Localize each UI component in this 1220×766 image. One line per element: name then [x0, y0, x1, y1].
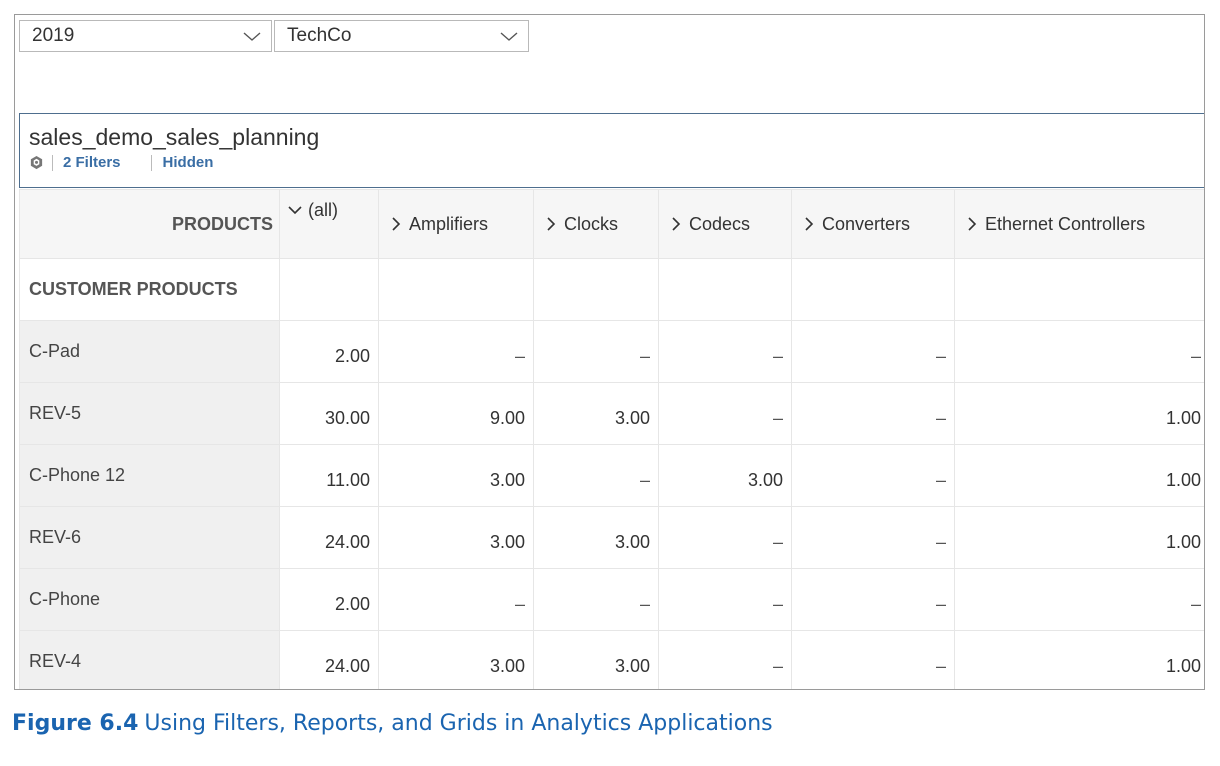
- empty-cell: [378, 258, 534, 321]
- table-cell[interactable]: –: [658, 630, 792, 689]
- chevron-right-icon: [968, 216, 977, 231]
- table-cell[interactable]: –: [791, 382, 955, 445]
- data-grid: PRODUCTS (all) Amplifiers Clocks Codecs …: [19, 189, 1204, 689]
- column-header-converters[interactable]: Converters: [791, 189, 955, 259]
- chevron-right-icon: [392, 216, 401, 231]
- table-cell[interactable]: –: [791, 506, 955, 569]
- chevron-down-icon: [288, 206, 302, 215]
- table-cell[interactable]: –: [954, 568, 1204, 631]
- table-cell[interactable]: –: [791, 630, 955, 689]
- table-cell[interactable]: 3.00: [658, 444, 792, 507]
- table-cell[interactable]: –: [533, 568, 659, 631]
- empty-cell: [658, 258, 792, 321]
- app-frame: 2019 TechCo sales_demo_sales_planning 2 …: [14, 14, 1205, 690]
- table-cell[interactable]: 24.00: [279, 506, 379, 569]
- table-cell[interactable]: –: [791, 568, 955, 631]
- customer-products-header[interactable]: CUSTOMER PRODUCTS: [19, 258, 280, 321]
- widget-meta: 2 Filters Hidden: [29, 154, 213, 171]
- empty-cell: [954, 258, 1204, 321]
- column-header-row: PRODUCTS (all) Amplifiers Clocks Codecs …: [19, 189, 1204, 259]
- table-row: C-Pad 2.00 – – – – –: [19, 320, 1204, 383]
- table-cell[interactable]: 2.00: [279, 568, 379, 631]
- table-cell[interactable]: 3.00: [378, 444, 534, 507]
- table-cell[interactable]: –: [658, 568, 792, 631]
- column-header-all[interactable]: (all): [279, 189, 379, 259]
- table-cell[interactable]: 3.00: [378, 630, 534, 689]
- column-header-codecs[interactable]: Codecs: [658, 189, 792, 259]
- hidden-link[interactable]: Hidden: [163, 154, 214, 171]
- widget-title: sales_demo_sales_planning: [29, 124, 320, 150]
- table-cell[interactable]: 30.00: [279, 382, 379, 445]
- empty-cell: [791, 258, 955, 321]
- chevron-down-icon: [500, 32, 518, 41]
- table-cell[interactable]: 3.00: [533, 382, 659, 445]
- figure-number: Figure 6.4: [12, 711, 139, 736]
- table-cell[interactable]: 1.00: [954, 382, 1204, 445]
- table-widget-header[interactable]: sales_demo_sales_planning 2 Filters Hidd…: [19, 113, 1204, 188]
- row-header[interactable]: REV-6: [19, 506, 280, 569]
- table-cell[interactable]: –: [378, 568, 534, 631]
- chevron-right-icon: [805, 216, 814, 231]
- table-cell[interactable]: 3.00: [378, 506, 534, 569]
- column-header-label: (all): [308, 200, 338, 220]
- column-header-label: Clocks: [564, 213, 619, 234]
- column-header-label: Codecs: [689, 213, 751, 234]
- cube-icon: [30, 155, 43, 170]
- year-dropdown[interactable]: 2019: [19, 20, 272, 52]
- row-header[interactable]: C-Phone 12: [19, 444, 280, 507]
- chevron-down-icon: [243, 32, 261, 41]
- row-header[interactable]: REV-4: [19, 630, 280, 689]
- section-header-row: CUSTOMER PRODUCTS: [19, 258, 1204, 321]
- table-cell[interactable]: 9.00: [378, 382, 534, 445]
- column-header-amplifiers[interactable]: Amplifiers: [378, 189, 534, 259]
- year-dropdown-value: 2019: [32, 25, 75, 46]
- table-row: REV-6 24.00 3.00 3.00 – – 1.00: [19, 506, 1204, 569]
- figure-caption: Figure 6.4 Using Filters, Reports, and Gr…: [12, 711, 773, 736]
- row-header[interactable]: C-Pad: [19, 320, 280, 383]
- table-cell[interactable]: 11.00: [279, 444, 379, 507]
- table-cell[interactable]: –: [658, 382, 792, 445]
- table-cell[interactable]: 2.00: [279, 320, 379, 383]
- row-header[interactable]: REV-5: [19, 382, 280, 445]
- products-dimension-header[interactable]: PRODUCTS: [19, 189, 280, 259]
- table-cell[interactable]: –: [378, 320, 534, 383]
- table-cell[interactable]: 1.00: [954, 630, 1204, 689]
- table-cell[interactable]: –: [658, 320, 792, 383]
- column-header-label: Converters: [822, 213, 911, 234]
- table-row: REV-5 30.00 9.00 3.00 – – 1.00: [19, 382, 1204, 445]
- table-cell[interactable]: 1.00: [954, 444, 1204, 507]
- company-dropdown[interactable]: TechCo: [274, 20, 529, 52]
- empty-cell: [279, 258, 379, 321]
- empty-cell: [533, 258, 659, 321]
- chevron-right-icon: [547, 216, 556, 231]
- table-cell[interactable]: –: [533, 320, 659, 383]
- chevron-right-icon: [672, 216, 681, 231]
- table-cell[interactable]: –: [791, 444, 955, 507]
- divider: [52, 154, 53, 171]
- table-cell[interactable]: –: [658, 506, 792, 569]
- table-cell[interactable]: 3.00: [533, 506, 659, 569]
- filters-link[interactable]: 2 Filters: [63, 154, 121, 171]
- table-cell[interactable]: –: [791, 320, 955, 383]
- table-cell[interactable]: –: [954, 320, 1204, 383]
- figure-caption-text: Using Filters, Reports, and Grids in Ana…: [144, 711, 773, 736]
- table-row: C-Phone 2.00 – – – – –: [19, 568, 1204, 631]
- divider: [150, 154, 152, 171]
- column-header-ethernet-controllers[interactable]: Ethernet Controllers: [954, 189, 1204, 259]
- row-header[interactable]: C-Phone: [19, 568, 280, 631]
- table-cell[interactable]: 1.00: [954, 506, 1204, 569]
- table-cell[interactable]: 3.00: [533, 630, 659, 689]
- column-header-label: Ethernet Controllers: [985, 213, 1146, 234]
- table-cell[interactable]: –: [533, 444, 659, 507]
- table-row: REV-4 24.00 3.00 3.00 – – 1.00: [19, 630, 1204, 689]
- column-header-clocks[interactable]: Clocks: [533, 189, 659, 259]
- column-header-label: Amplifiers: [409, 213, 489, 234]
- company-dropdown-value: TechCo: [287, 25, 352, 46]
- table-row: C-Phone 12 11.00 3.00 – 3.00 – 1.00: [19, 444, 1204, 507]
- table-cell[interactable]: 24.00: [279, 630, 379, 689]
